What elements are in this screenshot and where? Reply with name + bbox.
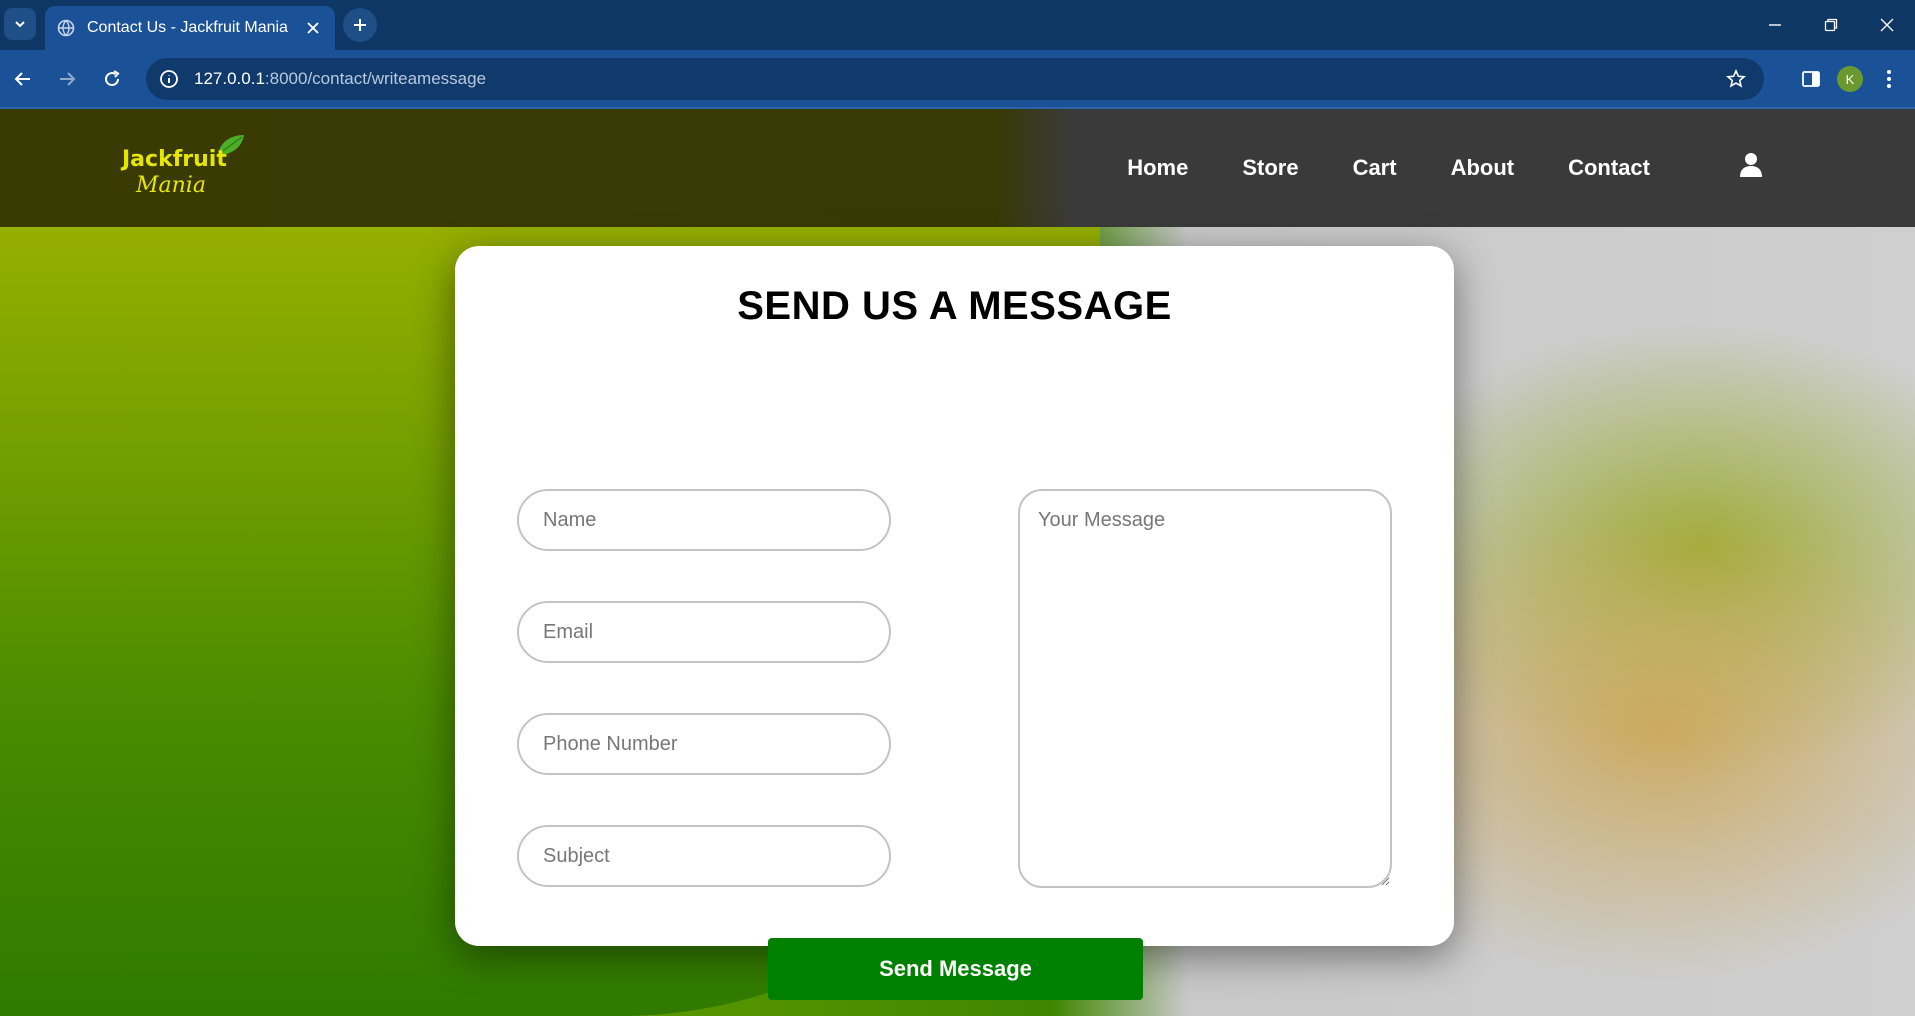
- logo-text-jackfruit: Jackfruit: [122, 147, 227, 172]
- restore-icon: [1824, 18, 1838, 32]
- site-logo[interactable]: Jackfruit Mania: [120, 133, 260, 203]
- nav-store[interactable]: Store: [1242, 155, 1298, 181]
- phone-field[interactable]: [517, 713, 891, 775]
- back-button[interactable]: [7, 63, 39, 95]
- close-icon: [1880, 18, 1894, 32]
- nav-cart[interactable]: Cart: [1353, 155, 1397, 181]
- tab-search-button[interactable]: [4, 8, 36, 40]
- user-icon[interactable]: [1737, 151, 1765, 179]
- contact-form-card: SEND US A MESSAGE Send Message: [455, 246, 1454, 1000]
- reload-button[interactable]: [96, 63, 128, 95]
- tab-title: Contact Us - Jackfruit Mania: [87, 19, 288, 36]
- message-textarea[interactable]: [1018, 489, 1392, 888]
- send-message-button[interactable]: Send Message: [768, 938, 1143, 1000]
- form-title: SEND US A MESSAGE: [737, 284, 1172, 328]
- url-host: 127.0.0.1: [194, 69, 265, 88]
- nav-about[interactable]: About: [1451, 155, 1515, 181]
- email-field[interactable]: [517, 601, 891, 663]
- close-window-button[interactable]: [1859, 0, 1915, 50]
- window-controls: [1747, 0, 1915, 50]
- arrow-right-icon: [60, 72, 76, 86]
- profile-avatar[interactable]: K: [1837, 66, 1863, 92]
- tab-close-icon[interactable]: [303, 18, 323, 38]
- plus-icon: [354, 19, 366, 31]
- arrow-left-icon: [14, 72, 30, 86]
- globe-icon: [57, 19, 75, 37]
- star-icon: [1726, 69, 1746, 88]
- restore-button[interactable]: [1803, 0, 1859, 50]
- bookmark-button[interactable]: [1718, 61, 1754, 97]
- minimize-icon: [1769, 24, 1781, 26]
- url-text[interactable]: 127.0.0.1:8000/contact/writeamessage: [194, 69, 1718, 89]
- url-path: :8000/contact/writeamessage: [264, 69, 487, 88]
- site-header: Jackfruit Mania Home Store Cart About Co…: [0, 109, 1915, 227]
- site-info-button[interactable]: [154, 64, 184, 94]
- toolbar-right: K: [1789, 50, 1915, 108]
- minimize-button[interactable]: [1747, 0, 1803, 50]
- logo-text-mania: Mania: [136, 173, 206, 198]
- side-panel-button[interactable]: [1799, 67, 1823, 91]
- side-panel-icon: [1802, 71, 1820, 87]
- browser-tabstrip: Contact Us - Jackfruit Mania: [0, 0, 1915, 50]
- menu-button[interactable]: [1877, 67, 1901, 91]
- main-nav: Home Store Cart About Contact: [1100, 109, 1915, 227]
- more-vert-icon: [1887, 70, 1891, 88]
- nav-home[interactable]: Home: [1127, 155, 1188, 181]
- forward-button[interactable]: [51, 63, 83, 95]
- subject-field[interactable]: [517, 825, 891, 887]
- chevron-down-icon: [15, 21, 25, 28]
- new-tab-button[interactable]: [343, 8, 377, 42]
- browser-tab-active[interactable]: Contact Us - Jackfruit Mania: [45, 6, 335, 50]
- name-field[interactable]: [517, 489, 891, 551]
- page-background: Jackfruit Mania Home Store Cart About Co…: [0, 109, 1915, 1016]
- info-icon: [160, 70, 178, 88]
- reload-icon: [105, 70, 120, 87]
- nav-contact[interactable]: Contact: [1568, 155, 1650, 181]
- browser-toolbar: 127.0.0.1:8000/contact/writeamessage K: [0, 50, 1915, 108]
- address-bar[interactable]: 127.0.0.1:8000/contact/writeamessage: [146, 58, 1764, 100]
